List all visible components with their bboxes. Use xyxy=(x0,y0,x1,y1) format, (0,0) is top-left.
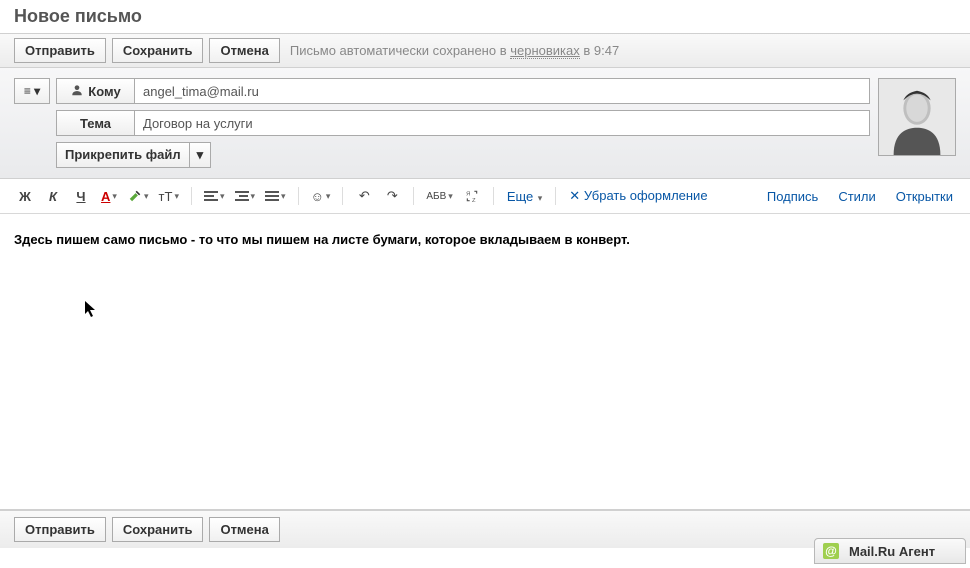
subject-label: Тема xyxy=(56,110,134,136)
remove-format-label: Убрать оформление xyxy=(584,188,708,203)
attach-file-label: Прикрепить файл xyxy=(57,143,190,167)
indent-button[interactable] xyxy=(233,185,258,207)
italic-button[interactable]: К xyxy=(42,185,64,207)
bold-button[interactable]: Ж xyxy=(14,185,36,207)
underline-button[interactable]: Ч xyxy=(70,185,92,207)
agent-label: Mail.Ru Агент xyxy=(849,544,935,559)
editor-body[interactable]: Здесь пишем само письмо - то что мы пише… xyxy=(0,214,970,510)
attach-file-dropdown[interactable]: ▾ xyxy=(190,143,211,167)
mailru-agent-badge[interactable]: @ Mail.Ru Агент xyxy=(814,538,966,564)
indent-icon xyxy=(235,189,249,203)
save-button-bottom[interactable]: Сохранить xyxy=(112,517,204,542)
compose-header: ≡ ▾ Кому Тема Прикрепить файл ▾ xyxy=(0,68,970,179)
more-button[interactable]: Еще xyxy=(504,189,545,204)
autosave-time: в 9:47 xyxy=(580,43,619,58)
redo-button[interactable]: ↷ xyxy=(381,185,403,207)
emoji-button[interactable]: ☺ xyxy=(309,185,333,207)
send-button[interactable]: Отправить xyxy=(14,38,106,63)
editor-toolbar: Ж К Ч А тТ ☺ ↶ ↷ АБВ Я Z Еще ✕ Убрать оф… xyxy=(0,179,970,214)
align-icon xyxy=(204,189,218,203)
autosave-drafts-link[interactable]: черновиках xyxy=(510,43,580,59)
svg-text:Z: Z xyxy=(472,198,476,203)
align-button[interactable] xyxy=(202,185,227,207)
top-toolbar: Отправить Сохранить Отмена Письмо автома… xyxy=(0,33,970,68)
highlight-button[interactable] xyxy=(126,185,151,207)
list-icon xyxy=(265,189,279,203)
message-content: Здесь пишем само письмо - то что мы пише… xyxy=(14,232,956,247)
signature-button[interactable]: Подпись xyxy=(764,189,821,204)
text-color-button[interactable]: А xyxy=(98,185,120,207)
undo-button[interactable]: ↶ xyxy=(353,185,375,207)
cancel-button-bottom[interactable]: Отмена xyxy=(209,517,279,542)
remove-format-button[interactable]: ✕ Убрать оформление xyxy=(566,188,710,204)
page-title: Новое письмо xyxy=(0,0,970,33)
font-size-button[interactable]: тТ xyxy=(157,185,181,207)
styles-button[interactable]: Стили xyxy=(835,189,878,204)
cancel-button[interactable]: Отмена xyxy=(209,38,279,63)
svg-text:Я: Я xyxy=(466,191,470,197)
autosave-status: Письмо автоматически сохранено в чернови… xyxy=(290,43,619,58)
save-button[interactable]: Сохранить xyxy=(112,38,204,63)
redo-icon: ↷ xyxy=(387,188,398,204)
recipients-expand-button[interactable]: ≡ ▾ xyxy=(14,78,50,104)
at-icon: @ xyxy=(823,543,839,559)
send-button-bottom[interactable]: Отправить xyxy=(14,517,106,542)
autosave-prefix: Письмо автоматически сохранено в xyxy=(290,43,510,58)
to-label[interactable]: Кому xyxy=(56,78,134,104)
to-label-text: Кому xyxy=(88,84,120,99)
translit-button[interactable]: Я Z xyxy=(461,185,483,207)
undo-icon: ↶ xyxy=(359,188,370,204)
recipient-avatar xyxy=(878,78,956,156)
smile-icon: ☺ xyxy=(311,189,324,204)
cursor-icon xyxy=(84,300,98,323)
spellcheck-button[interactable]: АБВ xyxy=(424,185,454,207)
attach-file-button[interactable]: Прикрепить файл ▾ xyxy=(56,142,211,168)
highlight-icon xyxy=(128,189,142,203)
person-icon xyxy=(70,83,84,100)
to-input[interactable] xyxy=(134,78,870,104)
subject-input[interactable] xyxy=(134,110,870,136)
list-button[interactable] xyxy=(263,185,288,207)
text-color-icon: А xyxy=(101,189,110,204)
postcards-button[interactable]: Открытки xyxy=(893,189,956,204)
translit-icon: Я Z xyxy=(465,189,479,203)
